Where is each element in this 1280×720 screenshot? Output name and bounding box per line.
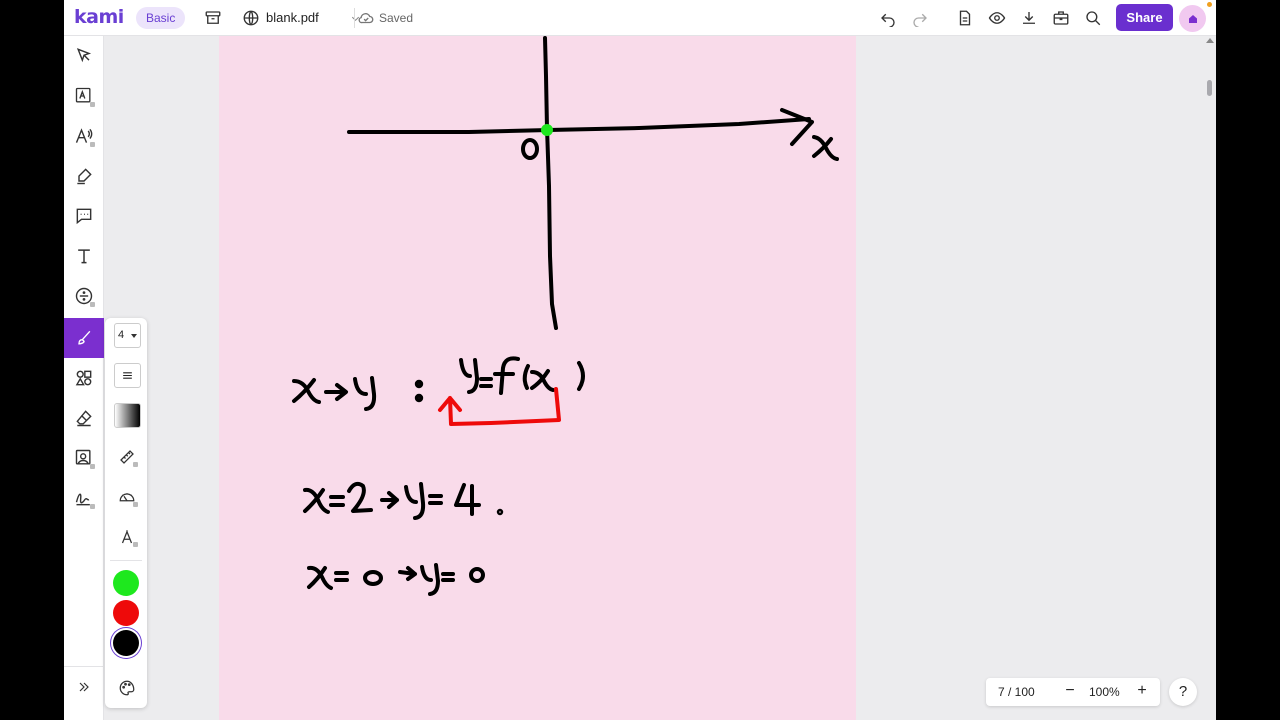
vertical-scrollbar[interactable] (1204, 36, 1216, 720)
color-swatch-red[interactable] (113, 600, 139, 626)
lock-icon (90, 464, 95, 469)
origin-zero-stroke (521, 138, 539, 160)
lock-icon (90, 142, 95, 147)
help-button[interactable]: ? (1169, 678, 1197, 706)
expand-sidebar-button[interactable] (64, 666, 104, 706)
toolbox-icon[interactable] (1049, 6, 1073, 30)
lock-icon (90, 504, 95, 509)
brush-icon (78, 330, 91, 345)
handwritten-drawing (292, 36, 839, 596)
lock-icon (90, 102, 95, 107)
plan-badge[interactable]: Basic (136, 7, 186, 29)
text-recognition-tool[interactable] (64, 76, 104, 116)
opacity-button[interactable] (114, 403, 141, 428)
drawing-tool[interactable] (64, 318, 104, 358)
markup-tool[interactable] (64, 156, 104, 196)
custom-color-button[interactable] (113, 674, 141, 702)
eraser-icon (76, 410, 92, 427)
scroll-up-arrow-icon[interactable] (1206, 38, 1214, 43)
shapes-tool[interactable] (64, 358, 104, 398)
read-aloud-tool[interactable] (64, 116, 104, 156)
undo-icon[interactable] (876, 6, 900, 30)
drawing-options-panel: 4 (105, 318, 147, 708)
avatar[interactable] (1179, 5, 1206, 32)
lock-icon (133, 462, 138, 467)
origin-point-green (541, 124, 553, 136)
signature-tool[interactable] (64, 478, 104, 518)
x-label-stroke (812, 135, 839, 161)
top-toolbar: kami Basic blank.pdf Saved Share (64, 0, 1216, 36)
line-style-button[interactable] (114, 363, 141, 388)
palette-icon (119, 680, 135, 696)
text-tool[interactable] (64, 236, 104, 276)
eraser-tool[interactable] (64, 398, 104, 438)
stroke-size-select[interactable]: 4 (114, 323, 141, 348)
kami-logo[interactable]: kami (74, 6, 124, 28)
zoom-in-button[interactable]: + (1134, 683, 1150, 699)
home-icon (1188, 14, 1197, 23)
archive-icon[interactable] (201, 6, 225, 30)
globe-icon[interactable] (239, 6, 263, 30)
equation-line-2 (303, 481, 504, 520)
scrollbar-thumb[interactable] (1207, 80, 1212, 96)
eye-icon[interactable] (985, 6, 1009, 30)
pdf-page[interactable] (219, 36, 856, 720)
equation-line-3 (307, 563, 485, 596)
color-swatch-green[interactable] (113, 570, 139, 596)
save-status: Saved (379, 11, 414, 25)
page-counter[interactable]: 7 / 100 (998, 685, 1035, 699)
comment-tool[interactable] (64, 196, 104, 236)
equation-line-1 (292, 356, 585, 411)
y-axis-stroke (543, 36, 558, 330)
kami-app: kami Basic blank.pdf Saved Share 4 7 / 1… (64, 0, 1216, 720)
lock-icon (133, 502, 138, 507)
x-axis-arrowhead (780, 108, 814, 146)
lock-icon (90, 302, 95, 307)
double-chevron-right-icon (79, 682, 89, 691)
protractor-tool[interactable] (113, 483, 141, 511)
panel-divider (110, 560, 142, 561)
equation-tool[interactable] (64, 276, 104, 316)
caret-down-icon (131, 334, 137, 338)
file-name[interactable]: blank.pdf (266, 10, 319, 25)
redo-icon[interactable] (908, 6, 932, 30)
tools-sidebar (64, 36, 104, 720)
stroke-size-value: 4 (118, 329, 125, 341)
menu-lines-icon (123, 372, 132, 379)
add-media-tool[interactable] (64, 438, 104, 478)
text-icon (78, 249, 90, 264)
document-icon[interactable] (953, 6, 977, 30)
highlighter-icon (77, 168, 92, 185)
x-axis-stroke (347, 117, 811, 134)
compass-tool[interactable] (113, 523, 141, 551)
ruler-tool[interactable] (113, 443, 141, 471)
color-swatch-black[interactable] (113, 630, 139, 656)
search-icon[interactable] (1081, 6, 1105, 30)
shapes-icon (75, 370, 92, 386)
select-tool[interactable] (64, 36, 104, 76)
share-button[interactable]: Share (1116, 4, 1173, 31)
cursor-icon (76, 48, 92, 63)
page-zoom-controls: 7 / 100 − 100% + (986, 678, 1160, 706)
zoom-level[interactable]: 100% (1089, 685, 1120, 699)
lock-icon (133, 542, 138, 547)
comment-icon (76, 208, 92, 225)
notification-badge (1207, 2, 1212, 7)
zoom-out-button[interactable]: − (1062, 683, 1078, 699)
download-icon[interactable] (1017, 6, 1041, 30)
cloud-icon (354, 6, 378, 30)
